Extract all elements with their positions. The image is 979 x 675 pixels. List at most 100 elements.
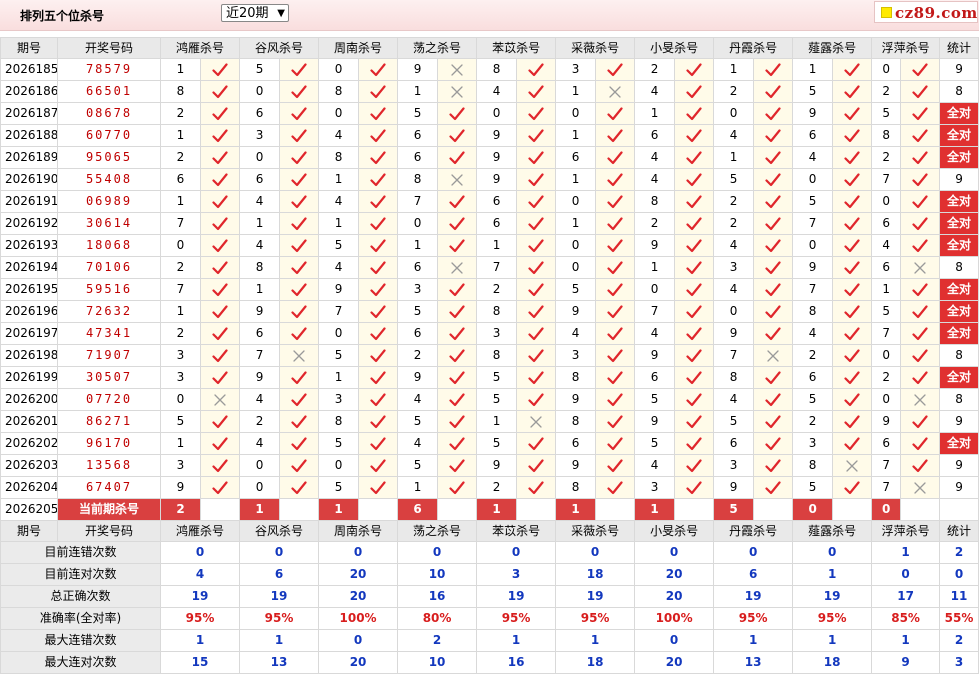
draw-number-cell: 08678 (57, 102, 161, 125)
stats-value: 20 (634, 651, 715, 674)
kill-number-cell: 9 (397, 58, 439, 81)
stats-value: 2 (939, 541, 979, 564)
table-row: 2026195 59516 7 1 9 3 2 5 0 4 7 1 全对 (0, 278, 979, 301)
check-icon (674, 146, 715, 169)
stats-value: 95% (239, 607, 320, 630)
kill-number-cell: 5 (713, 410, 755, 433)
stats-value: 0 (476, 541, 557, 564)
check-icon (900, 80, 941, 103)
check-icon (674, 190, 715, 213)
check-icon (516, 146, 557, 169)
kill-number-cell: 3 (476, 322, 518, 345)
cross-icon (279, 344, 320, 367)
check-icon (832, 366, 873, 389)
period-select[interactable]: 近20期 ▼ (221, 4, 289, 22)
check-icon (358, 124, 399, 147)
check-icon (516, 300, 557, 323)
stats-value: 6 (713, 563, 794, 586)
kill-number-cell: 8 (871, 124, 902, 147)
check-icon (199, 234, 241, 257)
table-row: 2026199 30507 3 9 1 9 5 8 6 8 6 2 全对 (0, 366, 979, 389)
check-icon (900, 234, 941, 257)
issue-cell: 2026199 (0, 366, 58, 389)
stats-value: 0 (318, 629, 399, 652)
stats-value: 10 (397, 563, 478, 586)
kill-number-cell: 3 (634, 476, 676, 499)
table-row: 2026188 60770 1 3 4 6 9 1 6 4 6 8 全对 (0, 124, 979, 147)
kill-number-cell: 5 (397, 102, 439, 125)
logo-square-icon (881, 7, 892, 18)
issue-cell: 2026193 (0, 234, 58, 257)
stats-value: 0 (634, 541, 715, 564)
stats-value: 55% (939, 607, 979, 630)
kill-number-cell: 2 (160, 322, 201, 345)
check-icon (674, 80, 715, 103)
check-icon (358, 234, 399, 257)
table-row: 2026186 66501 8 0 8 1 4 1 4 2 5 2 8 (0, 80, 979, 103)
table-row: 2026202 96170 1 4 5 4 5 6 5 6 3 6 全对 (0, 432, 979, 455)
kill-number-cell: 1 (160, 58, 201, 81)
stat-cell: 全对 (939, 278, 979, 301)
kill-number-cell: 4 (239, 432, 281, 455)
kill-number-cell: 1 (397, 80, 439, 103)
current-kill-value: 6 (397, 498, 439, 521)
check-icon (358, 388, 399, 411)
check-icon (595, 454, 636, 477)
draw-number-cell: 66501 (57, 80, 161, 103)
current-kill-value: 5 (713, 498, 755, 521)
check-icon (595, 476, 636, 499)
kill-number-cell: 2 (713, 190, 755, 213)
check-icon (437, 366, 478, 389)
kill-number-cell: 2 (634, 212, 676, 235)
site-logo[interactable]: cz89.com (874, 1, 978, 23)
check-icon (279, 300, 320, 323)
check-icon (832, 476, 873, 499)
check-icon (199, 432, 241, 455)
check-icon (900, 322, 941, 345)
kill-number-cell: 6 (871, 432, 902, 455)
stat-cell: 全对 (939, 300, 979, 323)
stats-row: 目前连错次数 0 0 0 0 0 0 0 0 0 1 2 (0, 541, 979, 564)
cross-icon (900, 388, 941, 411)
kill-number-cell: 7 (792, 278, 834, 301)
stat-cell: 8 (939, 388, 979, 411)
check-icon (358, 80, 399, 103)
stat-cell: 8 (939, 80, 979, 103)
kill-number-cell: 4 (634, 454, 676, 477)
kill-number-cell: 0 (160, 388, 201, 411)
check-icon (279, 256, 320, 279)
kill-number-cell: 7 (713, 344, 755, 367)
kill-number-cell: 6 (713, 432, 755, 455)
table-row: 2026197 47341 2 6 0 6 3 4 4 9 4 7 全对 (0, 322, 979, 345)
check-icon (358, 168, 399, 191)
issue-cell: 2026195 (0, 278, 58, 301)
cross-icon (832, 454, 873, 477)
stats-value: 1 (555, 629, 636, 652)
stats-value: 3 (939, 651, 979, 674)
stats-value: 1 (239, 629, 320, 652)
kill-number-cell: 3 (555, 344, 597, 367)
check-icon (900, 300, 941, 323)
check-icon (595, 300, 636, 323)
table-row: 2026187 08678 2 6 0 5 0 0 1 0 9 5 全对 (0, 102, 979, 125)
column-header: 采薇杀号 (555, 520, 636, 542)
check-icon (595, 58, 636, 81)
kill-number-cell: 5 (792, 80, 834, 103)
check-icon (674, 212, 715, 235)
kill-number-cell: 9 (239, 366, 281, 389)
column-header: 荡之杀号 (397, 520, 478, 542)
kill-number-cell: 1 (160, 432, 201, 455)
kill-number-cell: 9 (476, 168, 518, 191)
kill-number-cell: 2 (476, 476, 518, 499)
stats-value: 19 (713, 585, 794, 608)
stats-value: 2 (397, 629, 478, 652)
check-icon (595, 190, 636, 213)
table-row: 2026196 72632 1 9 7 5 8 9 7 0 8 5 全对 (0, 300, 979, 323)
kill-number-cell: 6 (239, 322, 281, 345)
kill-number-cell: 7 (239, 344, 281, 367)
kill-number-cell: 0 (555, 234, 597, 257)
stats-value: 0 (871, 563, 941, 586)
stats-value: 13 (239, 651, 320, 674)
empty-cell (516, 498, 557, 521)
kill-number-cell: 8 (792, 300, 834, 323)
